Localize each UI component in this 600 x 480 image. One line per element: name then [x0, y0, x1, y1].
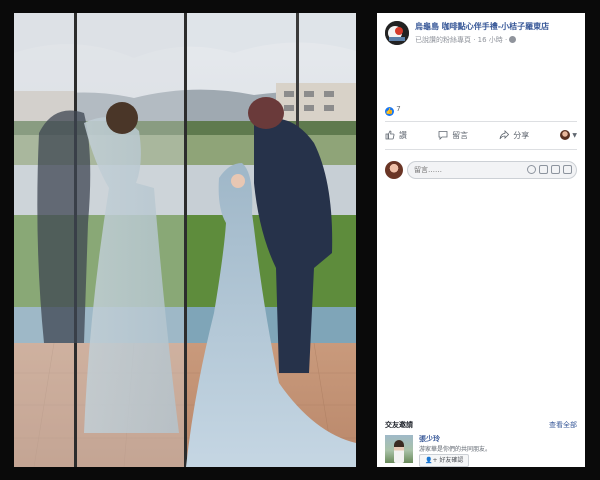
chevron-down-icon: ▼ [572, 131, 577, 139]
add-friend-icon: 👤+ [425, 457, 440, 464]
reaction-summary[interactable]: 👍 7 [385, 105, 401, 116]
share-arrow-icon [499, 130, 510, 140]
share-label: 分享 [513, 130, 530, 140]
post-as-selector[interactable]: ▼ [560, 130, 577, 140]
page-name-link[interactable]: 烏龜島 咖啡點心伴手禮-小桔子羅東店 [415, 21, 585, 32]
comment-bubble-icon [438, 131, 448, 140]
friend-requests-title: 交友邀請 [385, 421, 413, 429]
divider [385, 149, 577, 150]
friend-avatar[interactable] [385, 435, 413, 463]
globe-icon [509, 36, 517, 43]
wedding-photo [14, 13, 356, 467]
like-label: 讚 [399, 130, 407, 140]
confirm-label: 好友確認 [439, 457, 464, 464]
post-actions: 讚 留言 分享 ▼ [385, 125, 577, 145]
gif-icon[interactable] [551, 165, 560, 174]
friend-requests-header: 交友邀請 查看全部 [385, 420, 577, 430]
page-avatar[interactable] [385, 21, 409, 45]
comment-input[interactable] [414, 162, 504, 178]
post-meta-text: 已說讚的粉絲專頁 · 16 小時 · [415, 36, 508, 44]
emoji-icon[interactable] [527, 165, 536, 174]
post-side-panel: 烏龜島 咖啡點心伴手禮-小桔子羅東店 已說讚的粉絲專頁 · 16 小時 · 👍 … [377, 13, 585, 467]
confirm-friend-button[interactable]: 👤+ 好友確認 [419, 454, 470, 467]
post-photo[interactable]: ‹ › [14, 13, 356, 467]
friend-request-item: 張少玲 游家華是你們的共同朋友。 👤+ 好友確認 [385, 433, 585, 467]
user-avatar [560, 130, 571, 140]
user-avatar [385, 161, 403, 179]
sticker-icon[interactable] [563, 165, 572, 174]
post-meta: 已說讚的粉絲專頁 · 16 小時 · [415, 35, 517, 45]
divider [385, 121, 577, 122]
see-all-link[interactable]: 查看全部 [549, 420, 577, 430]
comment-button[interactable]: 留言 [438, 130, 468, 141]
like-icon: 👍 [385, 107, 394, 116]
friend-name-link[interactable]: 張少玲 [419, 434, 440, 444]
share-button[interactable]: 分享 [499, 130, 529, 141]
comment-box[interactable] [407, 161, 577, 179]
comment-composer [385, 159, 577, 181]
mutual-friends-text: 游家華是你們的共同朋友。 [419, 446, 492, 453]
camera-icon[interactable] [539, 165, 548, 174]
comment-tools [527, 165, 572, 174]
post-header: 烏龜島 咖啡點心伴手禮-小桔子羅東店 已說讚的粉絲專頁 · 16 小時 · [377, 13, 585, 61]
comment-label: 留言 [452, 130, 469, 140]
reaction-count: 7 [396, 105, 401, 113]
thumbs-up-icon [385, 130, 395, 140]
page-logo-icon [385, 21, 409, 45]
like-button[interactable]: 讚 [385, 130, 407, 141]
